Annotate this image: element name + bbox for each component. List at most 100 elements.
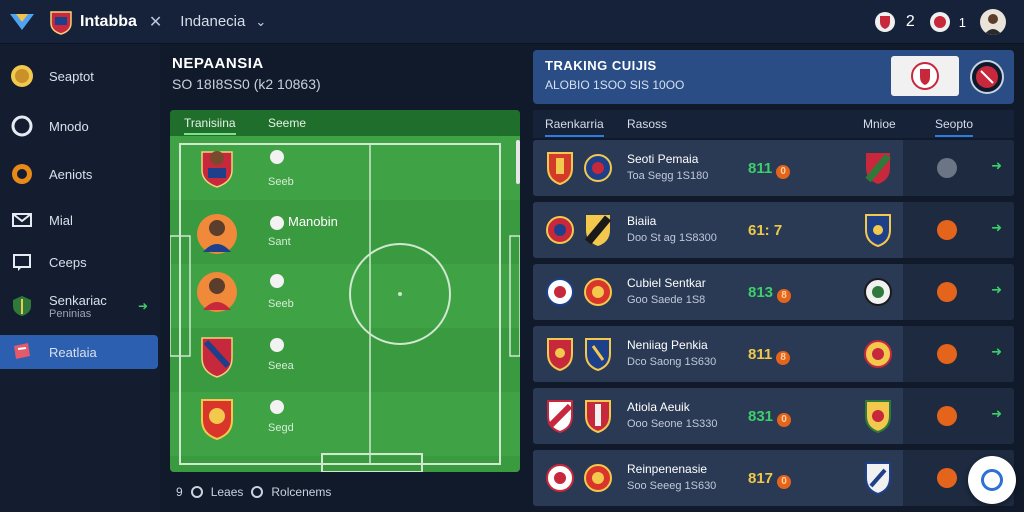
featured-crest-card[interactable] <box>891 56 959 96</box>
page-subtitle: SO 18I8SS0 (k2 10863) <box>172 76 321 92</box>
sidebar-item-label: Ceeps <box>49 254 87 270</box>
sidebar-item-senkariac[interactable]: Senkariac Peninias ➜ <box>0 286 158 326</box>
player-jersey-icon[interactable] <box>196 212 238 256</box>
sidebar-item-ceeps[interactable]: Ceeps <box>0 244 158 280</box>
player-jersey-icon[interactable] <box>196 144 238 188</box>
col-header-seopto[interactable]: Seopto <box>935 117 974 137</box>
col-header-ranking[interactable]: Raenkarria <box>545 117 604 137</box>
floating-action-button[interactable] <box>968 456 1016 504</box>
target-icon <box>10 162 34 186</box>
arrow-right-icon[interactable]: ➜ <box>991 344 1002 360</box>
app-title: Intabba <box>80 12 137 30</box>
page-title: NEPAANSIA <box>172 55 264 72</box>
chevron-down-icon: ⌄ <box>255 13 267 29</box>
club-sub: Ooo Seone 1S330 <box>627 418 718 430</box>
app-logo-icon[interactable] <box>8 10 36 34</box>
tracking-clubs-header: TRAKING CUIJIS ALOBIO 1SOO SIS 10OO <box>533 50 1014 104</box>
sidebar-item-seaptot[interactable]: Seaptot <box>0 58 158 94</box>
player-stat: Sant <box>268 236 291 248</box>
shield-icon <box>10 294 34 318</box>
sidebar-item-label: Mnodo <box>49 118 89 134</box>
player-stat: Seea <box>268 360 294 372</box>
club-sub: Toa Segg 1S180 <box>627 170 709 182</box>
ring-icon <box>10 114 34 138</box>
col-header-mnioe[interactable]: Mnioe <box>863 117 896 131</box>
club-crest-icon <box>48 9 74 35</box>
club-score: 811 8 <box>748 346 791 365</box>
pitch-tabs: Tranisiina Seeme <box>170 110 520 136</box>
club-row[interactable]: Cubiel Sentkar Goo Saede 1S8 813 8 ➜ <box>533 264 1014 320</box>
player-stat: Seeb <box>268 298 294 310</box>
status-indicator-icon[interactable] <box>937 282 957 302</box>
arrow-right-icon[interactable]: ➜ <box>991 282 1002 298</box>
status-indicator-icon[interactable] <box>937 158 957 178</box>
player-marker-icon <box>270 150 284 164</box>
pitch-scrollbar[interactable] <box>516 140 520 184</box>
arrow-right-icon[interactable]: ➜ <box>991 158 1002 174</box>
club-row[interactable]: Reinpenenasie Soo Seeeg 1S630 817 0 <box>533 450 1014 506</box>
score-value: 813 <box>748 284 774 301</box>
opponent-crest-icon <box>863 336 893 372</box>
club-sub: Doo St ag 1S8300 <box>627 232 717 244</box>
arrow-right-icon[interactable]: ➜ <box>991 220 1002 236</box>
status-indicator-icon[interactable] <box>937 406 957 426</box>
player-marker-icon <box>270 216 284 230</box>
opponent-crest-icon <box>863 150 893 186</box>
club-row[interactable]: Neniiag Penkia Dco Saong 1S630 811 8 ➜ <box>533 326 1014 382</box>
club-row[interactable]: Seoti Pemaia Toa Segg 1S180 811 0 ➜ <box>533 140 1014 196</box>
mail-icon <box>10 208 34 232</box>
club-sub: Soo Seeeg 1S630 <box>627 480 717 492</box>
player-marker-icon <box>270 400 284 414</box>
clubs-list-header: Raenkarria Rasoss Mnioe Seopto <box>533 110 1014 138</box>
sidebar-item-label: Seaptot <box>49 68 94 84</box>
sidebar-item-reatlaia[interactable]: Reatlaia <box>0 335 158 369</box>
club-badge-icon[interactable] <box>970 60 1004 94</box>
score-value: 811 <box>748 160 773 177</box>
league-dropdown[interactable]: Indanecia ⌄ <box>180 13 266 30</box>
club-score: 811 0 <box>748 160 791 179</box>
player-jersey-icon[interactable] <box>196 334 238 378</box>
player-jersey-icon[interactable] <box>196 396 238 441</box>
club-crest-icon <box>583 336 613 372</box>
club-crest-icon <box>583 460 613 496</box>
status-indicator-icon[interactable] <box>937 220 957 240</box>
status-indicator-icon[interactable] <box>937 344 957 364</box>
sidebar-item-sublabel: Peninias <box>49 307 92 320</box>
sidebar-item-mnodo[interactable]: Mnodo <box>0 108 158 144</box>
score-value: 811 <box>748 346 773 363</box>
user-avatar[interactable] <box>980 9 1006 35</box>
legend-dot-icon <box>190 486 203 498</box>
player-jersey-icon[interactable] <box>196 270 238 314</box>
legend-label-leaes: Leaes <box>210 485 244 499</box>
close-icon[interactable]: ✕ <box>149 12 162 32</box>
sidebar-item-aeniots[interactable]: Aeniots <box>0 156 158 192</box>
club-crest-icon <box>545 398 575 434</box>
tab-transiina[interactable]: Tranisiina <box>184 116 236 135</box>
score-value: 831 <box>748 408 774 425</box>
league-dropdown-label: Indanecia <box>180 13 246 30</box>
club-crest-icon <box>545 336 575 372</box>
sidebar-item-mial[interactable]: Mial <box>0 202 158 238</box>
sidebar-item-label: Senkariac <box>49 292 107 308</box>
col-header-rasoss[interactable]: Rasoss <box>627 117 667 131</box>
notification-crest-icon[interactable] <box>874 11 896 33</box>
opponent-crest-icon <box>863 398 893 434</box>
message-crest-icon[interactable] <box>929 11 951 33</box>
legend-dot-icon <box>251 486 264 498</box>
arrow-right-icon[interactable]: ➜ <box>991 406 1002 422</box>
arrow-right-icon: ➜ <box>137 299 148 313</box>
club-score: 817 0 <box>748 470 792 489</box>
club-row[interactable]: Atiola Aeuik Ooo Seone 1S330 831 0 ➜ <box>533 388 1014 444</box>
tab-seeme[interactable]: Seeme <box>268 116 306 130</box>
player-name: Manobin <box>288 214 338 229</box>
club-score: 831 0 <box>748 408 792 427</box>
status-indicator-icon[interactable] <box>937 468 957 488</box>
club-sub: Dco Saong 1S630 <box>627 356 717 368</box>
ring-icon <box>981 469 1003 491</box>
club-name: Reinpenenasie <box>627 462 708 476</box>
club-crest-icon <box>545 460 575 496</box>
club-row[interactable]: Biaiia Doo St ag 1S8300 61: 7 ➜ <box>533 202 1014 258</box>
sidebar-item-label: Reatlaia <box>49 344 97 360</box>
club-score: 61: 7 <box>748 222 782 239</box>
club-name: Seoti Pemaia <box>627 152 699 166</box>
